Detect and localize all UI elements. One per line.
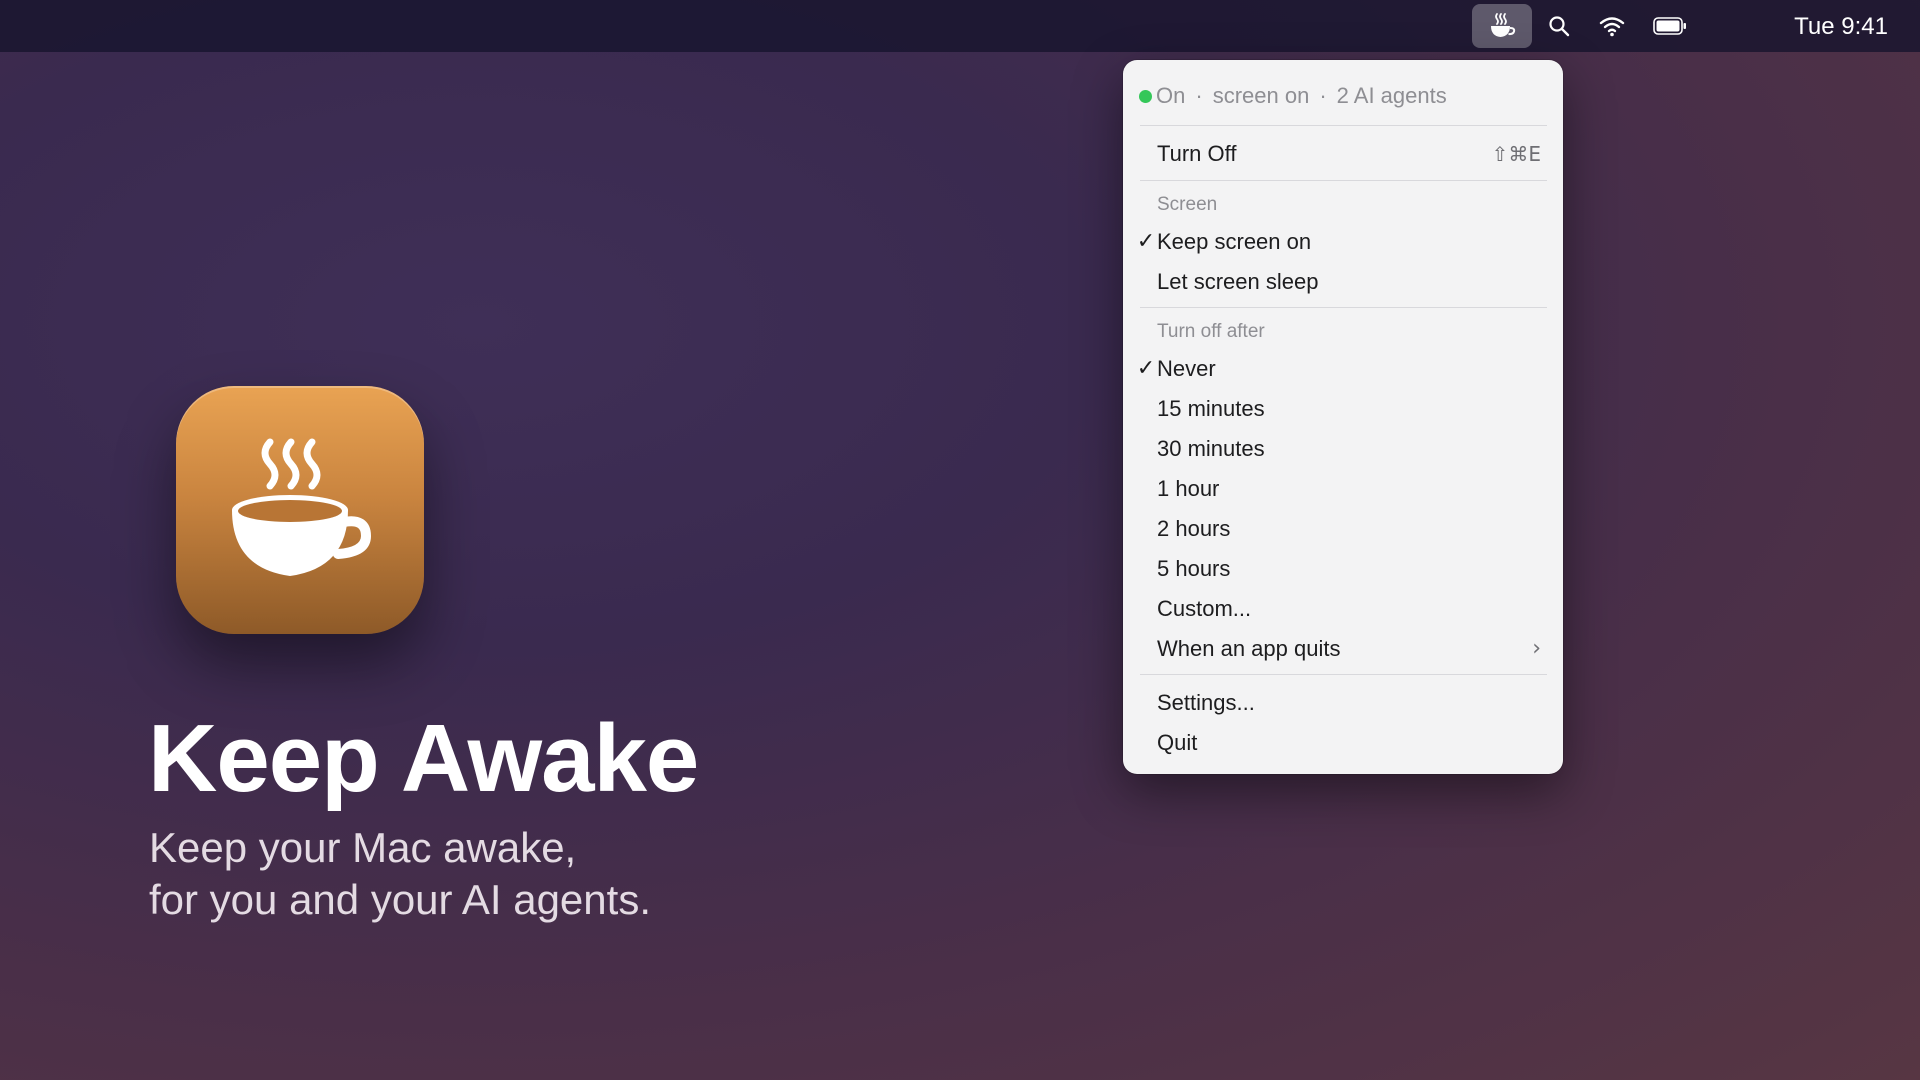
app-icon [176, 386, 424, 634]
menu-divider [1140, 180, 1547, 181]
menu-item-custom[interactable]: Custom... [1123, 589, 1563, 629]
menu-item-15-minutes[interactable]: 15 minutes [1123, 389, 1563, 429]
status-state: On [1156, 83, 1186, 108]
menu-bar: Tue 9:41 [0, 0, 1920, 52]
status-separator: · [1195, 83, 1203, 108]
menu-item-settings[interactable]: Settings... [1123, 683, 1563, 723]
menu-item-30-minutes[interactable]: 30 minutes [1123, 429, 1563, 469]
section-header-turn-off-after: Turn off after [1157, 321, 1265, 342]
menubar-search[interactable] [1545, 12, 1573, 40]
menu-item-keep-screen-on[interactable]: ✓ Keep screen on [1123, 222, 1563, 262]
menu-item-let-screen-sleep[interactable]: Let screen sleep [1123, 262, 1563, 302]
menu-item-label: Quit [1157, 730, 1198, 755]
coffee-cup-icon [1491, 13, 1516, 37]
menu-item-label: Settings... [1157, 690, 1255, 715]
menu-item-label: 1 hour [1157, 476, 1220, 501]
menu-item-1-hour[interactable]: 1 hour [1123, 469, 1563, 509]
hero-title: Keep Awake [148, 705, 699, 812]
battery-icon [1653, 17, 1686, 35]
status-separator: · [1319, 83, 1327, 108]
menu-item-label: 30 minutes [1157, 436, 1265, 461]
turn-off-menu-item[interactable]: Turn Off ⇧⌘E [1123, 134, 1563, 174]
keyboard-shortcut: ⇧⌘E [1491, 142, 1541, 166]
menubar-battery[interactable] [1652, 14, 1688, 38]
status-agents: 2 AI agents [1336, 83, 1447, 108]
menu-item-label: Never [1157, 356, 1216, 381]
status-row: On · screen on · 2 AI agents [1139, 81, 1447, 111]
wifi-icon [1599, 17, 1625, 37]
menu-item-label: Custom... [1157, 596, 1252, 621]
menu-item-label: Let screen sleep [1157, 269, 1319, 294]
hero-subtitle-line-1: Keep your Mac awake, [149, 824, 577, 871]
checkmark-icon: ✓ [1136, 229, 1156, 254]
menu-item-5-hours[interactable]: 5 hours [1123, 549, 1563, 589]
menu-divider [1140, 674, 1547, 675]
checkmark-icon: ✓ [1136, 356, 1156, 381]
menu-item-label: Keep screen on [1157, 229, 1312, 254]
menu-item-2-hours[interactable]: 2 hours [1123, 509, 1563, 549]
status-indicator-dot [1139, 89, 1152, 103]
menu-item-label: When an app quits [1157, 636, 1341, 661]
menu-item-label: 5 hours [1157, 556, 1231, 581]
search-icon [1549, 16, 1570, 37]
menubar-app-button[interactable] [1472, 4, 1532, 48]
menu-divider [1140, 307, 1547, 308]
chevron-right-icon: › [1532, 636, 1541, 661]
menu-divider [1140, 125, 1547, 126]
menu-item-quit[interactable]: Quit [1123, 723, 1563, 763]
section-header-screen: Screen [1157, 194, 1218, 215]
coffee-cup-icon [232, 438, 372, 576]
menu-item-never[interactable]: ✓ Never [1123, 349, 1563, 389]
menu-item-label: 15 minutes [1157, 396, 1265, 421]
status-screen: screen on [1212, 83, 1310, 108]
app-dropdown-menu: On · screen on · 2 AI agents Turn Off ⇧⌘… [1123, 60, 1563, 774]
menu-item-label: 2 hours [1157, 516, 1231, 541]
menu-item-label: Turn Off [1157, 141, 1237, 166]
menubar-wifi[interactable] [1597, 12, 1627, 40]
menu-item-when-app-quits[interactable]: When an app quits › [1123, 629, 1563, 669]
menubar-clock[interactable]: Tue 9:41 [1770, 12, 1888, 42]
hero-subtitle-line-2: for you and your AI agents. [149, 876, 651, 923]
